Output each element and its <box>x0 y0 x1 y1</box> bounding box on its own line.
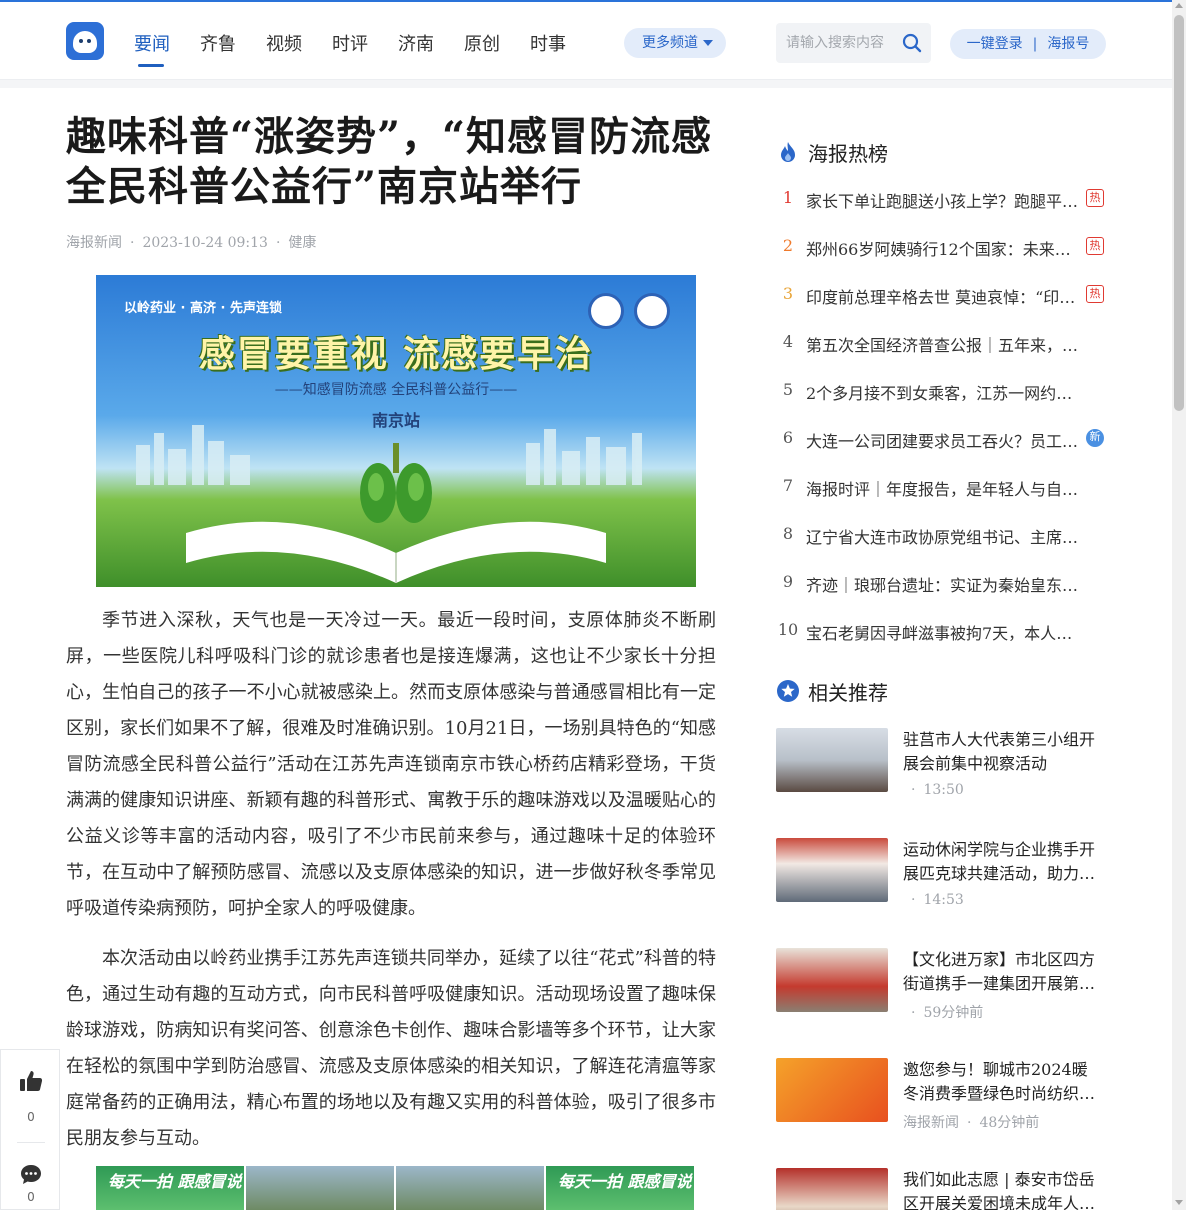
event-photo: 每天一拍 跟感冒说 BYE!BYE! <box>96 1166 329 1210</box>
nav-item-qilu[interactable]: 齐鲁 <box>200 30 266 68</box>
site-logo[interactable] <box>66 22 104 60</box>
page-scrollbar[interactable] <box>1172 0 1186 1210</box>
org-badge-right <box>634 293 670 329</box>
event-photo: 每天一拍 跟感冒说 BYE!BYE! <box>546 1166 696 1210</box>
nav-item-video[interactable]: 视频 <box>266 30 332 68</box>
article-photo-strip: 每天一拍 跟感冒说 BYE!BYE! 每天一拍 跟感冒说 BYE!BYE! <box>96 1166 696 1210</box>
article-source[interactable]: 海报新闻 <box>66 235 122 251</box>
article-category[interactable]: 健康 <box>288 235 316 251</box>
article-title: 趣味科普“涨姿势”，“知感冒防流感全民科普公益行”南京站举行 <box>66 113 713 210</box>
more-channels-button[interactable]: 更多频道 <box>624 28 726 58</box>
org-badge-left <box>588 293 624 329</box>
search-icon[interactable] <box>902 33 922 53</box>
hot-tag: 热 <box>1086 189 1104 207</box>
hot-tag: 热 <box>1086 285 1104 303</box>
article-hero-image: 以岭药业 · 高济 · 先声连锁 感冒要重视 流感要早治 ——知感冒防流感 全民… <box>96 275 696 587</box>
recommend-thumbnail[interactable] <box>776 1168 888 1210</box>
recommend-item[interactable]: 【文化进万家】市北区四方街道携手一建集团开展第二届活动 ·59分钟前 <box>776 948 1106 1024</box>
search-input[interactable] <box>786 32 896 54</box>
recommend-item[interactable]: 我们如此志愿 | 泰安市岱岳区开展关爱困境未成年人活动 <box>776 1168 1106 1210</box>
hot-list-item[interactable]: 9 齐迹｜琅琊台遗址：实证为秦始皇东巡遗存 <box>776 572 1106 596</box>
hot-list-item[interactable]: 10 宝石老舅因寻衅滋事被拘7天，本人回应 <box>776 620 1106 644</box>
hot-list-item[interactable]: 3印度前总理辛格去世 莫迪哀悼：“印度失去一位杰出领导人”热 <box>776 284 1106 308</box>
recommend-item[interactable]: 驻莒市人大代表第三小组开展会前集中视察活动 · 13:50 <box>776 728 1106 804</box>
hero-subtitle: ——知感冒防流感 全民科普公益行—— <box>274 382 518 398</box>
recommend-thumbnail[interactable] <box>776 838 888 902</box>
login-button[interactable]: 一键登录 <box>967 36 1023 52</box>
event-photo <box>396 1166 546 1210</box>
star-circle-icon <box>777 680 799 702</box>
logo-eye-left <box>79 39 83 43</box>
hot-list-item[interactable]: 4第五次全国经济普查公报｜五年来，我国经济 <box>776 332 1106 356</box>
logo-eye-right <box>87 39 91 43</box>
recommend-thumbnail[interactable] <box>776 728 888 792</box>
caret-down-icon <box>703 40 713 46</box>
hot-list-item[interactable]: 7海报时评｜年度报告，是年轻人与自己的对话 <box>776 476 1106 500</box>
article-meta: 海报新闻 · 2023-10-24 09:13 · 健康 <box>66 235 317 251</box>
like-count: 0 <box>27 1110 35 1124</box>
open-book-graphic <box>186 521 606 583</box>
thumbs-up-icon[interactable] <box>19 1070 43 1092</box>
nav-item-original[interactable]: 原创 <box>464 30 530 68</box>
login-bar: 一键登录 | 海报号 <box>950 29 1106 59</box>
event-photo <box>246 1166 396 1210</box>
scroll-down-arrow-icon[interactable] <box>1175 1200 1183 1205</box>
hero-slogan: 感冒要重视 流感要早治 <box>198 333 594 375</box>
hot-list-item[interactable]: 5 2个多月接不到女乘客，江苏一网约车司机 <box>776 380 1106 404</box>
comment-icon[interactable] <box>20 1164 42 1186</box>
article-datetime: 2023-10-24 09:13 <box>142 235 268 251</box>
new-tag: 新 <box>1086 429 1104 447</box>
nav-item-yaowen[interactable]: 要闻 <box>134 30 200 68</box>
haibao-account-link[interactable]: 海报号 <box>1047 36 1089 52</box>
hero-station: 南京站 <box>371 411 420 430</box>
hot-list-item[interactable]: 2郑州66岁阿姨骑行12个国家：未来还要继续热 <box>776 236 1106 260</box>
nav-item-commentary[interactable]: 时评 <box>332 30 398 68</box>
main-nav: 要闻 齐鲁 视频 时评 济南 原创 时事 <box>134 30 596 68</box>
recommend-thumbnail[interactable] <box>776 948 888 1012</box>
article-paragraph: 本次活动由以岭药业携手江苏先声连锁共同举办，延续了以往“花式”科普的特色，通过生… <box>66 948 716 1149</box>
nav-item-current-affairs[interactable]: 时事 <box>530 30 596 68</box>
nav-active-underline <box>138 64 164 67</box>
sponsor-logos: 以岭药业 · 高济 · 先声连锁 <box>124 301 282 316</box>
scrollbar-thumb[interactable] <box>1174 15 1184 411</box>
main-content: 趣味科普“涨姿势”，“知感冒防流感全民科普公益行”南京站举行 海报新闻 · 2023… <box>0 88 1172 1210</box>
float-divider <box>17 1142 45 1143</box>
hot-list-item[interactable]: 6 大连一公司团建要求员工吞火？员工回应新 <box>776 428 1106 452</box>
floating-action-bar: 0 0 <box>0 1049 60 1210</box>
logo-seal-face <box>73 31 97 53</box>
hot-list-item[interactable]: 1 家长下单让跑腿送小孩上学？跑腿平台回应热 <box>776 188 1106 212</box>
recommend-item[interactable]: 邀您参与！聊城市2024暖冬消费季暨绿色时尚纺织服装节 海报新闻·48分钟前 <box>776 1058 1106 1134</box>
scroll-up-arrow-icon[interactable] <box>1175 3 1183 8</box>
recommend-thumbnail[interactable] <box>776 1058 888 1122</box>
article-paragraph: 季节进入深秋，天气也是一天冷过一天。最近一段时间，支原体肺炎不断刷屏，一些医院儿… <box>66 610 716 919</box>
recommend-item[interactable]: 运动休闲学院与企业携手开展匹克球共建活动，助力全民健身 ·14:53 <box>776 838 1106 914</box>
comment-count: 0 <box>27 1190 35 1204</box>
site-header: 要闻 齐鲁 视频 时评 济南 原创 时事 更多频道 一键登录|海报号 <box>0 2 1172 80</box>
flame-icon <box>781 142 795 162</box>
hot-tag: 热 <box>1086 237 1104 255</box>
hot-list-item[interactable]: 8 辽宁省大连市政协原党组书记、主席被查 <box>776 524 1106 548</box>
nav-item-jinan[interactable]: 济南 <box>398 30 464 68</box>
search-box <box>776 23 931 63</box>
